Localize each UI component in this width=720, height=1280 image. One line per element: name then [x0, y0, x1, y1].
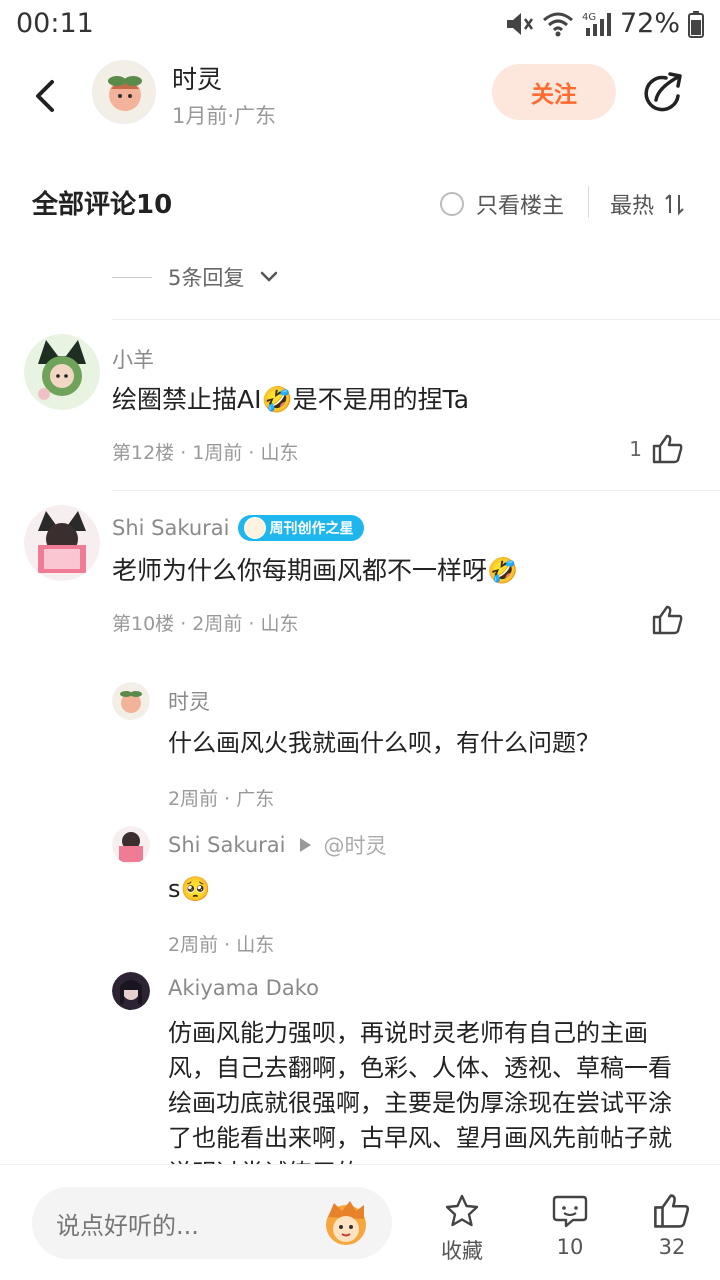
svg-text:4G: 4G: [582, 12, 596, 23]
comment-meta: 第10楼 · 2周前 · 山东: [112, 613, 299, 635]
reply-text: 什么画风火我就画什么呗，有什么问题？: [168, 729, 600, 757]
reply-username[interactable]: 时灵: [168, 686, 210, 716]
reply-avatar[interactable]: [112, 826, 150, 864]
username-text: 时灵: [168, 690, 210, 714]
favorite-label: 收藏: [441, 1239, 483, 1263]
creator-badge: 周刊创作之星: [237, 515, 364, 541]
status-bar: 00:11 4G 72%: [0, 0, 720, 50]
reply-avatar[interactable]: [112, 682, 150, 720]
comments-header: 全部评论10 只看楼主 最热: [0, 170, 720, 234]
sort-label: 最热: [610, 194, 655, 219]
divider: [112, 490, 720, 491]
divider: [588, 186, 589, 218]
expand-replies-label: 5条回复: [168, 266, 245, 290]
only-op-toggle[interactable]: 只看楼主: [440, 188, 564, 220]
back-icon[interactable]: [28, 76, 64, 116]
radio-icon: [440, 192, 464, 216]
username-text: 小羊: [112, 348, 154, 372]
comments-title: 全部评论10: [32, 190, 173, 220]
like-button[interactable]: [652, 605, 684, 635]
author-name[interactable]: 时灵: [172, 60, 222, 96]
like-count: 1: [629, 437, 642, 461]
favorite-button[interactable]: 收藏: [427, 1193, 497, 1265]
post-header: 时灵 1月前·广东 关注: [0, 50, 720, 150]
battery-icon: [688, 10, 704, 38]
username-text: Akiyama Dako: [168, 976, 319, 1000]
status-icons: 4G 72%: [504, 8, 704, 39]
author-avatar[interactable]: [92, 60, 156, 124]
comment-input-placeholder: 说点好听的...: [56, 1211, 199, 1240]
reply-text: s🥺: [168, 875, 211, 903]
comment-username[interactable]: Shi Sakurai 周刊创作之星: [112, 515, 364, 541]
reply-to-mention[interactable]: @时灵: [324, 830, 387, 860]
signal-icon: 4G: [582, 12, 611, 36]
reply-meta: 2周前 · 广东: [168, 788, 275, 810]
reply-meta: 2周前 · 山东: [168, 934, 275, 956]
share-icon[interactable]: [640, 70, 686, 116]
reply-username[interactable]: Shi Sakurai @时灵: [168, 830, 387, 860]
comment-meta: 第12楼 · 1周前 · 山东: [112, 442, 299, 464]
username-text: Shi Sakurai: [112, 516, 230, 540]
badge-icon: [243, 517, 266, 539]
like-button[interactable]: 1: [629, 434, 684, 464]
username-text: Shi Sakurai: [168, 833, 286, 857]
comment-input[interactable]: 说点好听的...: [32, 1187, 392, 1259]
bottom-action-bar: 说点好听的... 收藏 10 32: [0, 1164, 720, 1280]
user-avatar[interactable]: [24, 334, 100, 410]
sticker-icon[interactable]: [320, 1197, 372, 1249]
author-meta: 1月前·广东: [172, 104, 277, 128]
star-icon: [445, 1194, 479, 1227]
sort-selector[interactable]: 最热: [610, 188, 686, 220]
sort-icon: [665, 194, 684, 216]
thumbs-up-icon: [652, 434, 683, 464]
reply-username[interactable]: Akiyama Dako: [168, 976, 319, 1000]
comment-count-button[interactable]: 10: [535, 1193, 605, 1259]
status-time: 00:11: [16, 8, 94, 39]
play-arrow-icon: [299, 838, 311, 852]
comment-icon: [552, 1195, 588, 1228]
expand-replies[interactable]: 5条回复: [112, 262, 278, 292]
comment-text: 绘圈禁止描AI🤣是不是用的捏Ta: [112, 385, 470, 414]
thumbs-up-icon: [652, 605, 683, 635]
like-count: 32: [658, 1235, 686, 1259]
thumbs-up-icon: [654, 1194, 690, 1228]
follow-button[interactable]: 关注: [492, 64, 616, 120]
badge-label: 周刊创作之星: [269, 521, 354, 537]
wifi-icon: [543, 12, 573, 36]
reply-avatar[interactable]: [112, 972, 150, 1010]
comment-username[interactable]: 小羊: [112, 344, 154, 374]
comment-count: 10: [556, 1235, 584, 1259]
user-avatar[interactable]: [24, 505, 100, 581]
battery-percent: 72%: [619, 8, 680, 39]
divider: [112, 319, 720, 320]
mute-icon: [506, 12, 534, 35]
chevron-down-icon: [261, 271, 278, 282]
like-post-button[interactable]: 32: [637, 1193, 707, 1259]
divider-line: [112, 276, 152, 278]
only-op-label: 只看楼主: [476, 194, 565, 219]
comment-text: 老师为什么你每期画风都不一样呀🤣: [112, 556, 519, 585]
